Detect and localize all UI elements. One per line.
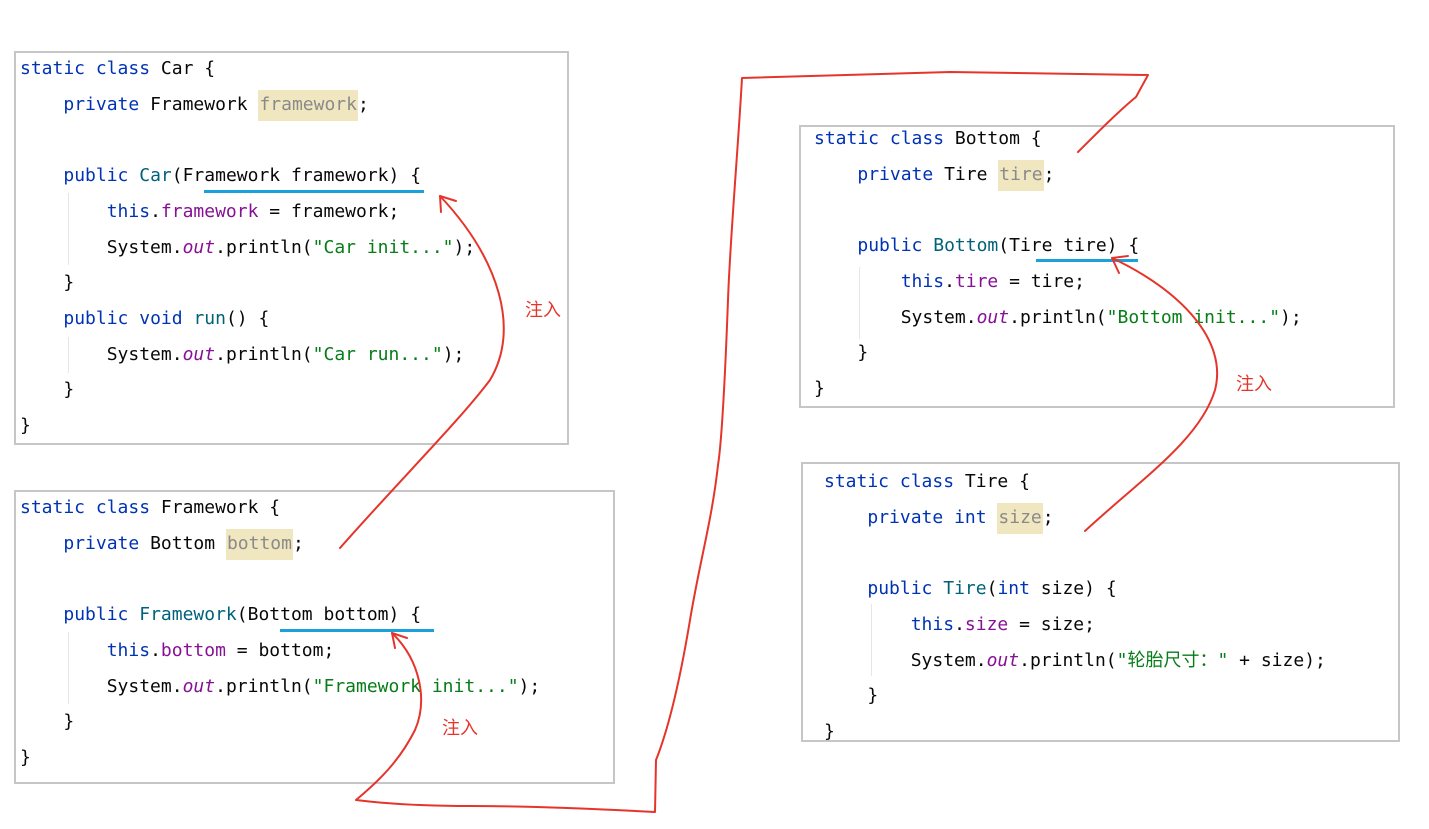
code-line: static class Car { [20, 58, 216, 79]
code-line: public Framework(Bottom bottom) { [63, 604, 422, 626]
inject-label: 注入 [525, 300, 561, 321]
code-line: } [20, 272, 75, 294]
code-line: System.out.println("Car init..."); [106, 236, 476, 258]
code-line: static class Bottom { [814, 128, 1042, 149]
code-line: this.bottom = bottom; [106, 639, 335, 661]
code-line: private Framework framework; [20, 87, 369, 123]
constructor-param-underline [1036, 259, 1138, 262]
inject-label: 注入 [1236, 374, 1272, 395]
code-line: public Tire(int size) { [867, 578, 1117, 600]
code-line: System.out.println("Car run..."); [106, 343, 465, 365]
code-line: System.out.println("Bottom init..."); [900, 306, 1302, 328]
code-line: } [20, 415, 31, 436]
code-line: System.out.println("轮胎尺寸：" + size); [910, 649, 1326, 671]
code-line: } [824, 685, 879, 707]
code-line: System.out.println("Framework init..."); [106, 675, 541, 697]
code-line: private int size; [824, 500, 1054, 536]
code-line: } [20, 746, 31, 768]
code-line: this.tire = tire; [900, 270, 1085, 292]
code-line: } [814, 377, 825, 399]
code-line: private Tire tire; [814, 157, 1054, 193]
constructor-param-underline [204, 190, 424, 193]
code-line: } [20, 379, 75, 401]
code-line: static class Tire { [824, 471, 1030, 492]
code-line: private Bottom bottom; [20, 526, 304, 562]
code-line: } [824, 720, 835, 742]
code-line: } [814, 342, 869, 364]
code-line: public void run() { [63, 307, 270, 329]
code-line: } [20, 711, 75, 733]
code-line: this.framework = framework; [106, 200, 400, 222]
code-line: this.size = size; [910, 613, 1095, 635]
constructor-param-underline [280, 629, 434, 632]
inject-label: 注入 [442, 718, 478, 739]
code-line: public Car(Framework framework) { [63, 165, 422, 187]
code-line: static class Framework { [20, 497, 281, 518]
